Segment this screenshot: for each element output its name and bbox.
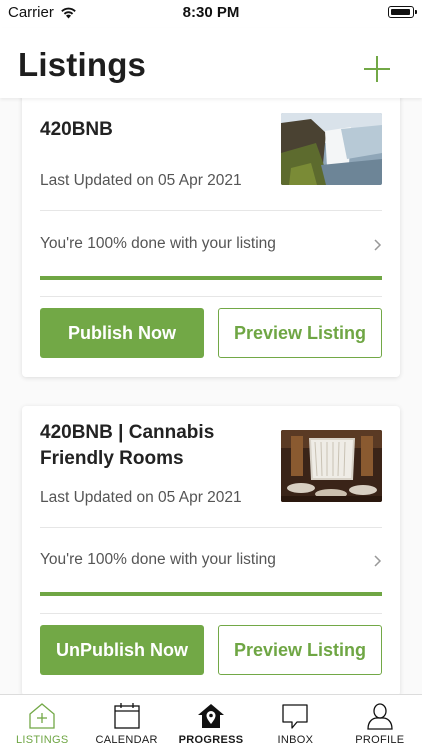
listing-card: 420BNB | Cannabis Friendly Rooms Last Up…: [22, 406, 400, 694]
listing-progress-row[interactable]: You're 100% done with your listing: [40, 546, 382, 576]
listing-progress-fill: [40, 592, 382, 596]
status-time: 8:30 PM: [182, 4, 240, 21]
tab-calendar[interactable]: CALENDAR: [84, 695, 168, 750]
listing-progress-bar: [40, 592, 382, 596]
calendar-icon: [113, 703, 140, 729]
divider: [40, 613, 382, 614]
home-plus-icon: [29, 703, 55, 729]
tab-label: LISTINGS: [15, 734, 69, 746]
listing-card: 420BNB Last Updated on 05 Apr 2021 You'r…: [22, 98, 400, 377]
person-icon: [367, 703, 393, 730]
plus-icon[interactable]: [362, 54, 392, 84]
tab-label: CALENDAR: [95, 734, 158, 746]
battery-icon: [388, 6, 417, 18]
unpublish-button[interactable]: UnPublish Now: [40, 625, 204, 675]
restaurant-photo-icon: [281, 430, 382, 502]
divider: [40, 296, 382, 297]
publish-button[interactable]: Publish Now: [40, 308, 204, 358]
tab-listings[interactable]: LISTINGS: [0, 695, 84, 750]
listing-progress-text: You're 100% done with your listing: [40, 235, 276, 252]
status-bar: Carrier 8:30 PM: [0, 0, 422, 28]
listing-progress-text: You're 100% done with your listing: [40, 551, 276, 568]
tab-label: PROFILE: [355, 734, 405, 746]
listing-updated: Last Updated on 05 Apr 2021: [40, 172, 242, 189]
listing-title: 420BNB: [40, 119, 113, 140]
house-pin-icon: [198, 704, 225, 728]
page-title: Listings: [18, 46, 147, 83]
divider: [40, 210, 382, 211]
preview-listing-button[interactable]: Preview Listing: [218, 625, 382, 675]
tab-label: PROGRESS: [178, 734, 244, 746]
chevron-right-icon: [374, 239, 382, 251]
listing-updated: Last Updated on 05 Apr 2021: [40, 489, 242, 506]
listing-progress-bar: [40, 276, 382, 280]
listings-scroll-area[interactable]: 420BNB Last Updated on 05 Apr 2021 You'r…: [0, 98, 422, 694]
chevron-right-icon: [374, 555, 382, 567]
listing-title: 420BNB | Cannabis Friendly Rooms: [40, 422, 215, 469]
header: Listings: [0, 28, 422, 98]
tab-progress[interactable]: PROGRESS: [169, 695, 253, 750]
waterfall-photo-icon: [281, 113, 382, 185]
tab-bar: LISTINGS CALENDAR PROGRESS INBOX PROFILE: [0, 694, 422, 750]
tab-profile[interactable]: PROFILE: [338, 695, 422, 750]
tab-inbox[interactable]: INBOX: [253, 695, 337, 750]
chat-bubble-icon: [282, 704, 309, 729]
tab-label: INBOX: [277, 734, 314, 746]
listing-progress-fill: [40, 276, 382, 280]
preview-listing-button[interactable]: Preview Listing: [218, 308, 382, 358]
listing-progress-row[interactable]: You're 100% done with your listing: [40, 230, 382, 260]
listing-thumbnail[interactable]: [281, 113, 382, 185]
listing-thumbnail[interactable]: [281, 430, 382, 502]
divider: [40, 527, 382, 528]
